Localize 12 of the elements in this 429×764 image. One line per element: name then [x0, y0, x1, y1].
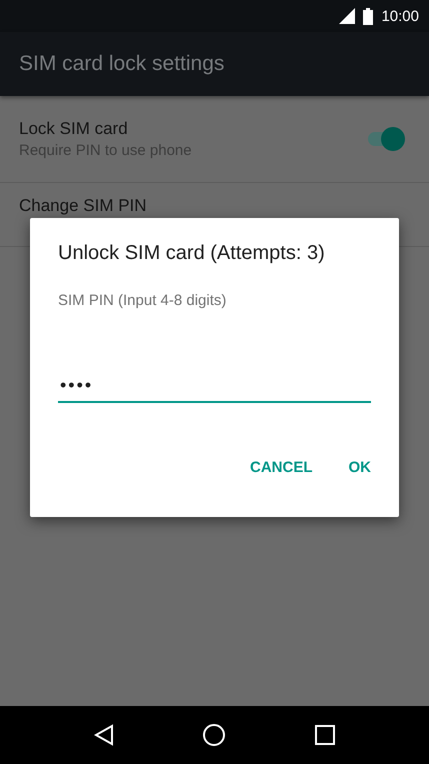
- dialog-button[interactable]: CANCEL: [236, 451, 326, 484]
- signal-icon: [339, 8, 356, 24]
- dialog-button[interactable]: OK: [334, 451, 385, 484]
- field-label: SIM PIN (Input 4-8 digits): [58, 292, 228, 309]
- setting-title: Lock SIM card: [19, 119, 129, 139]
- status-time: 10:00: [381, 8, 419, 24]
- battery-icon: [363, 8, 374, 24]
- overview-icon[interactable]: [314, 725, 335, 745]
- setting-title: Change SIM PIN: [19, 196, 148, 216]
- back-icon[interactable]: [94, 724, 114, 746]
- home-icon[interactable]: [202, 723, 226, 747]
- screen-title: SIM card lock settings: [19, 52, 224, 76]
